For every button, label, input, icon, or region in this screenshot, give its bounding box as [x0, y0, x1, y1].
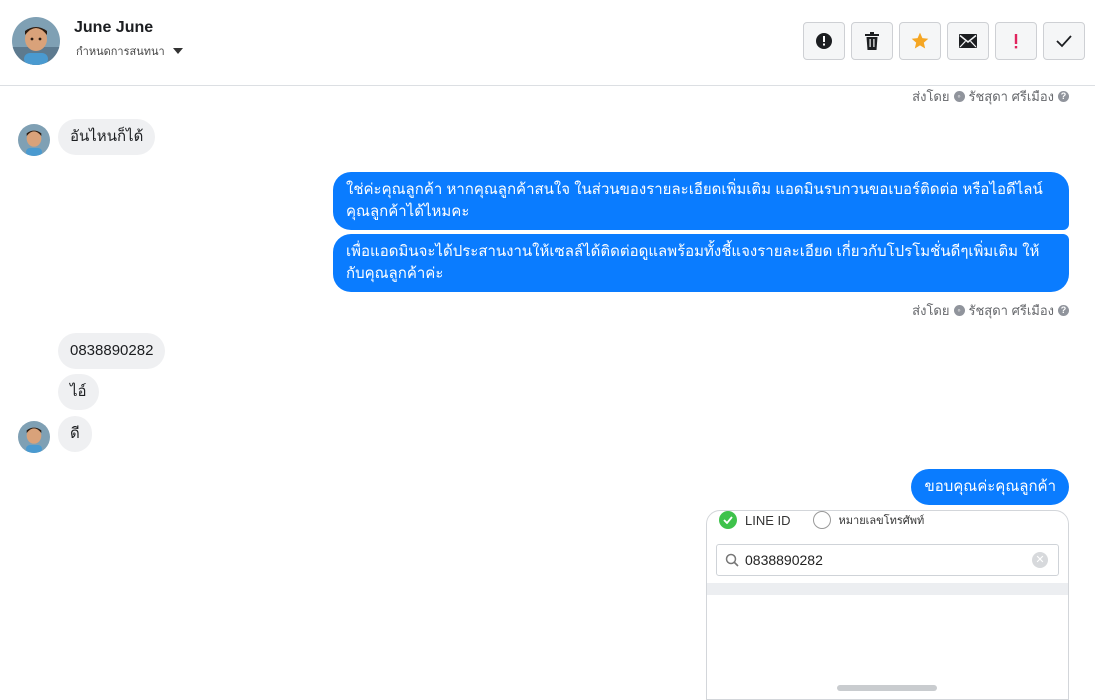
help-icon[interactable]: ?	[1058, 305, 1069, 316]
option-line-id: LINE ID	[745, 512, 791, 528]
contact-avatar[interactable]	[12, 17, 60, 65]
contact-type-options: LINE ID หมายเลขโทรศัพท์	[719, 511, 924, 529]
attachment-search-value: 0838890282	[745, 552, 823, 568]
contact-avatar-small[interactable]	[18, 124, 50, 156]
sent-by-label: ส่งโดย	[912, 303, 950, 318]
star-icon	[911, 32, 929, 49]
conversation-header: June June กำหนดการสนทนา	[0, 0, 1095, 86]
conversation-setting-label: กำหนดการสนทนา	[76, 46, 165, 58]
agent-badge-icon: ◦	[953, 305, 965, 316]
report-spam-button[interactable]	[803, 22, 845, 60]
star-button[interactable]	[899, 22, 941, 60]
attachment-search-box: 0838890282 ✕	[716, 544, 1059, 576]
header-actions	[803, 22, 1085, 60]
sent-by-line: ส่งโดย ◦ รัชสุดา ศรีเมือง ?	[912, 300, 1069, 321]
sent-by-label: ส่งโดย	[912, 89, 950, 104]
sent-by-agent[interactable]: รัชสุดา ศรีเมือง	[969, 300, 1055, 321]
envelope-icon	[959, 34, 977, 48]
delete-button[interactable]	[851, 22, 893, 60]
outgoing-message[interactable]: ขอบคุณค่ะคุณลูกค้า	[911, 469, 1069, 505]
option-phone: หมายเลขโทรศัพท์	[838, 515, 925, 527]
incoming-message[interactable]: อันไหนก็ได้	[58, 119, 156, 155]
contact-name[interactable]: June June	[74, 19, 153, 37]
image-attachment[interactable]: LINE ID หมายเลขโทรศัพท์ 0838890282 ✕	[706, 510, 1069, 700]
trash-icon	[865, 32, 879, 50]
agent-badge-icon: ◦	[953, 91, 965, 102]
attachment-faint-text	[837, 685, 937, 691]
check-icon	[1056, 35, 1072, 48]
mark-unread-button[interactable]	[947, 22, 989, 60]
exclamation-icon	[1014, 34, 1018, 49]
mark-done-button[interactable]	[1043, 22, 1085, 60]
help-icon[interactable]: ?	[1058, 91, 1069, 102]
unchecked-circle-icon	[812, 511, 831, 529]
attachment-divider	[707, 583, 1068, 595]
outgoing-message[interactable]: ใช่ค่ะคุณลูกค้า หากคุณลูกค้าสนใจ ในส่วนข…	[333, 172, 1069, 230]
contact-avatar-small[interactable]	[18, 421, 50, 453]
sent-by-agent[interactable]: รัชสุดา ศรีเมือง	[969, 86, 1055, 107]
alert-circle-icon	[816, 33, 832, 49]
incoming-message[interactable]: ดี	[58, 416, 92, 452]
search-icon	[725, 553, 739, 567]
conversation-setting-dropdown[interactable]: กำหนดการสนทนา	[76, 42, 183, 60]
incoming-message[interactable]: ไอ์	[58, 374, 99, 410]
caret-down-icon	[172, 48, 183, 54]
sent-by-line: ส่งโดย ◦ รัชสุดา ศรีเมือง ?	[912, 86, 1069, 107]
clear-icon: ✕	[1032, 552, 1048, 568]
incoming-message[interactable]: 0838890282	[58, 333, 166, 369]
outgoing-message[interactable]: เพื่อแอดมินจะได้ประสานงานให้เซลล์ได้ติดต…	[333, 234, 1069, 292]
checked-circle-icon	[719, 511, 737, 529]
important-button[interactable]	[995, 22, 1037, 60]
